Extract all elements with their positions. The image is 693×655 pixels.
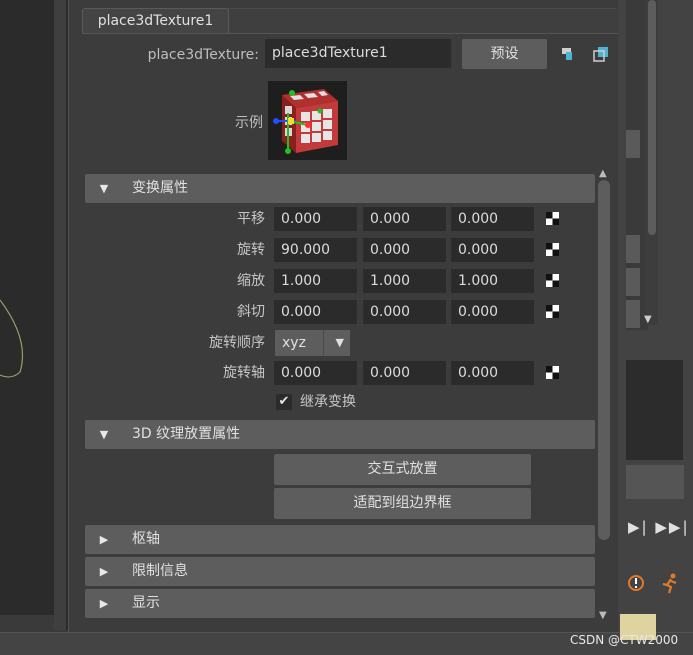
dropdown-separator bbox=[323, 330, 324, 356]
dock-field[interactable] bbox=[626, 268, 640, 296]
chevron-down-icon: ▼ bbox=[335, 336, 344, 349]
cube-texture-icon bbox=[273, 89, 338, 154]
section-transform-attributes[interactable]: ▼ 变换属性 bbox=[85, 174, 595, 203]
tab-strip-divider bbox=[82, 33, 618, 34]
scroll-down-icon[interactable]: ▼ bbox=[599, 610, 607, 621]
attribute-scrollbar[interactable]: ▲ ▼ bbox=[597, 168, 611, 627]
viewport-panel[interactable] bbox=[0, 0, 55, 615]
attribute-scroll-area[interactable]: ▼ 变换属性 平移 0.000 0.000 0.000 旋转 90.000 0.… bbox=[85, 172, 597, 627]
step-forward-icon[interactable]: ▶| bbox=[628, 518, 649, 536]
scale-x-field[interactable]: 1.000 bbox=[274, 269, 357, 293]
playback-controls: ▶| ▶▶| bbox=[628, 518, 690, 536]
right-dock: ▼ bbox=[618, 0, 693, 654]
scale-label: 缩放 bbox=[237, 273, 265, 289]
fit-to-group-bbox-button[interactable]: 适配到组边界框 bbox=[274, 488, 531, 519]
expand-arrow-icon: ▶ bbox=[99, 533, 109, 546]
translate-y-field[interactable]: 0.000 bbox=[363, 207, 446, 231]
rotate-axis-z-field[interactable]: 0.000 bbox=[451, 361, 534, 385]
inherit-transform-checkbox[interactable]: ✔ bbox=[276, 394, 292, 410]
rotate-order-value: xyz bbox=[282, 335, 306, 351]
running-man-icon[interactable] bbox=[658, 572, 682, 596]
rotate-axis-x-field[interactable]: 0.000 bbox=[274, 361, 357, 385]
alert-clock-icon[interactable] bbox=[626, 572, 646, 594]
rotate-label: 旋转 bbox=[237, 242, 265, 258]
tab-place3dtexture1[interactable]: place3dTexture1 bbox=[82, 8, 229, 34]
pin-icon[interactable] bbox=[593, 46, 609, 62]
shear-z-field[interactable]: 0.000 bbox=[451, 300, 534, 324]
dock-dark-panel bbox=[626, 360, 683, 460]
collapse-arrow-icon: ▼ bbox=[99, 182, 109, 195]
sample-swatch[interactable] bbox=[268, 81, 347, 160]
shear-x-field[interactable]: 0.000 bbox=[274, 300, 357, 324]
scroll-up-icon[interactable]: ▲ bbox=[599, 168, 607, 179]
scale-y-field[interactable]: 1.000 bbox=[363, 269, 446, 293]
dock-scrollbar[interactable] bbox=[646, 0, 658, 325]
rotate-axis-label: 旋转轴 bbox=[223, 365, 265, 381]
translate-x-field[interactable]: 0.000 bbox=[274, 207, 357, 231]
checker-map-icon[interactable] bbox=[546, 243, 559, 256]
inherit-transform-label: 继承变换 bbox=[300, 394, 356, 410]
checker-map-icon[interactable] bbox=[546, 274, 559, 287]
scale-z-field[interactable]: 1.000 bbox=[451, 269, 534, 293]
attribute-editor: place3dTexture1 place3dTexture: place3dT… bbox=[68, 0, 619, 632]
section-limit-information[interactable]: ▶ 限制信息 bbox=[85, 557, 595, 586]
checker-map-icon[interactable] bbox=[546, 305, 559, 318]
expand-arrow-icon: ▶ bbox=[99, 565, 109, 578]
watermark-text: CSDN @CTW2000 bbox=[570, 633, 679, 647]
checker-map-icon[interactable] bbox=[546, 366, 559, 379]
collapse-arrow-icon: ▼ bbox=[99, 428, 109, 441]
expand-arrow-icon: ▶ bbox=[99, 597, 109, 610]
rotate-z-field[interactable]: 0.000 bbox=[451, 238, 534, 262]
rotate-order-label: 旋转顺序 bbox=[209, 335, 265, 351]
shear-y-field[interactable]: 0.000 bbox=[363, 300, 446, 324]
node-type-label: place3dTexture: bbox=[147, 47, 259, 63]
sample-label: 示例 bbox=[235, 115, 263, 131]
viewport-curve bbox=[0, 299, 24, 378]
dock-field[interactable] bbox=[626, 300, 640, 328]
shear-label: 斜切 bbox=[237, 304, 265, 320]
panel-gutter bbox=[54, 0, 66, 630]
translate-z-field[interactable]: 0.000 bbox=[451, 207, 534, 231]
dock-scrollbar-thumb[interactable] bbox=[648, 0, 656, 235]
checker-map-icon[interactable] bbox=[546, 212, 559, 225]
scrollbar-thumb[interactable] bbox=[598, 180, 610, 540]
rotate-x-field[interactable]: 90.000 bbox=[274, 238, 357, 262]
rotate-axis-y-field[interactable]: 0.000 bbox=[363, 361, 446, 385]
rotate-y-field[interactable]: 0.000 bbox=[363, 238, 446, 262]
interactive-placement-button[interactable]: 交互式放置 bbox=[274, 454, 531, 485]
section-pivot[interactable]: ▶ 枢轴 bbox=[85, 525, 595, 554]
tab-strip bbox=[227, 8, 617, 34]
section-3d-texture-placement[interactable]: ▼ 3D 纹理放置属性 bbox=[85, 420, 595, 449]
scroll-down-icon[interactable]: ▼ bbox=[644, 314, 652, 325]
section-display[interactable]: ▶ 显示 bbox=[85, 589, 595, 618]
skip-to-end-icon[interactable]: ▶▶| bbox=[655, 518, 689, 536]
rotate-order-dropdown[interactable]: xyz ▼ bbox=[275, 330, 350, 356]
copy-tab-icon[interactable] bbox=[561, 46, 577, 62]
dock-light-panel bbox=[626, 465, 684, 499]
dock-field[interactable] bbox=[626, 130, 640, 158]
translate-label: 平移 bbox=[237, 211, 265, 227]
presets-button[interactable]: 预设 bbox=[462, 39, 547, 69]
node-name-field[interactable]: place3dTexture1 bbox=[265, 39, 451, 68]
dock-field[interactable] bbox=[626, 235, 640, 263]
